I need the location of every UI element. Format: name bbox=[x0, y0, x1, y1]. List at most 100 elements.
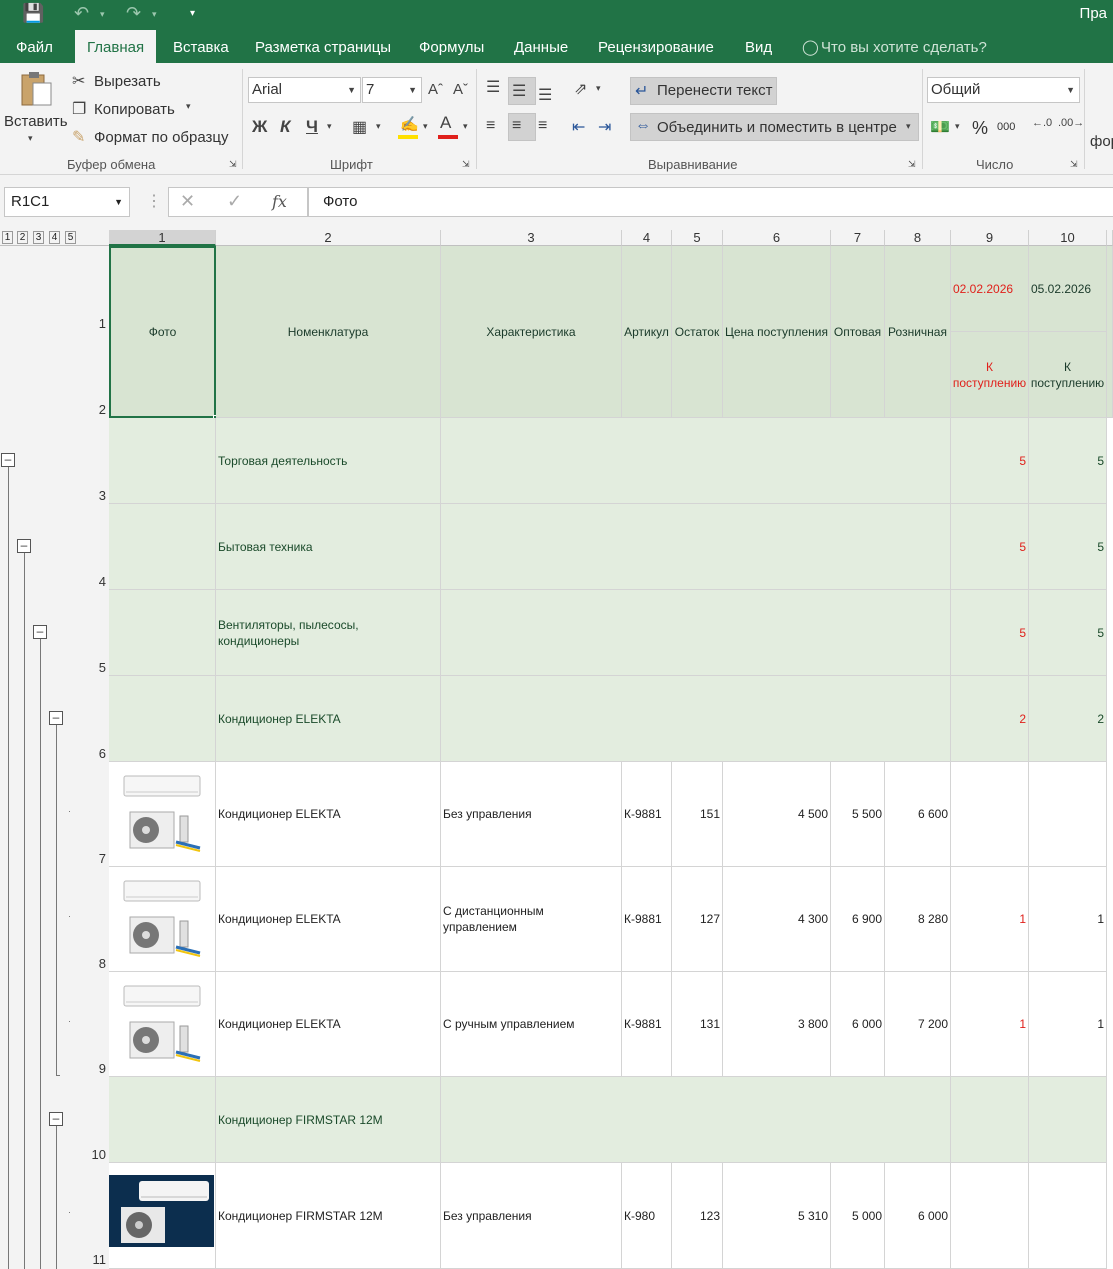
format-painter-icon[interactable]: ✎ bbox=[72, 127, 85, 147]
product-name[interactable]: Кондиционер FIRMSTAR 12M bbox=[216, 1163, 441, 1269]
column-header[interactable]: 10 bbox=[1029, 230, 1107, 246]
header-retail[interactable]: Розничная bbox=[885, 246, 951, 418]
incoming-value-2[interactable]: 5 bbox=[1029, 590, 1107, 676]
group-cell-photo[interactable] bbox=[109, 1077, 216, 1163]
merge-center-button[interactable]: Объединить и поместить в центре bbox=[657, 119, 897, 136]
customize-qat-icon[interactable]: ▾ bbox=[190, 8, 195, 19]
column-header[interactable] bbox=[1107, 230, 1113, 246]
product-wholesale[interactable]: 6 900 bbox=[831, 867, 885, 972]
group-cell-empty[interactable] bbox=[441, 418, 951, 504]
product-characteristic[interactable]: С ручным управлением bbox=[441, 972, 622, 1077]
incoming-value-2[interactable]: 5 bbox=[1029, 504, 1107, 590]
column-header[interactable]: 9 bbox=[951, 230, 1029, 246]
font-size-select[interactable]: 7 ▼ bbox=[362, 77, 422, 103]
column-header[interactable]: 6 bbox=[723, 230, 831, 246]
tab-insert[interactable]: Вставка bbox=[173, 30, 229, 63]
incoming-value-2[interactable]: 1 bbox=[1029, 867, 1107, 972]
format-painter-button[interactable]: Формат по образцу bbox=[94, 129, 229, 146]
undo-dropdown-icon[interactable]: ▾ bbox=[100, 9, 105, 20]
underline-dropdown-icon[interactable]: ▾ bbox=[327, 121, 332, 132]
product-stock[interactable]: 151 bbox=[672, 762, 723, 867]
incoming-value-2[interactable]: 2 bbox=[1029, 676, 1107, 762]
outline-level-2[interactable]: 2 bbox=[17, 231, 28, 244]
incoming-value-2[interactable]: 1 bbox=[1029, 972, 1107, 1077]
increase-decimal-icon[interactable]: ←.0 bbox=[1032, 117, 1052, 129]
paste-icon[interactable] bbox=[18, 69, 54, 109]
tell-me-input[interactable]: Что вы хотите сделать? bbox=[821, 30, 987, 63]
row-number[interactable]: 8 bbox=[83, 956, 109, 971]
product-characteristic[interactable]: Без управления bbox=[441, 762, 622, 867]
header-incoming-1[interactable]: К поступлению bbox=[951, 332, 1029, 418]
header-purchase-price[interactable]: Цена поступления bbox=[723, 246, 831, 418]
save-icon[interactable]: 💾 bbox=[22, 3, 44, 24]
group-cell-photo[interactable] bbox=[109, 418, 216, 504]
group-cell-photo[interactable] bbox=[109, 590, 216, 676]
borders-dropdown-icon[interactable]: ▾ bbox=[376, 121, 381, 132]
row-number[interactable]: 4 bbox=[83, 574, 109, 589]
collapse-button[interactable]: – bbox=[17, 539, 31, 553]
cut-icon[interactable]: ✂ bbox=[72, 71, 85, 91]
copy-button[interactable]: Копировать bbox=[94, 101, 175, 118]
tab-formulas[interactable]: Формулы bbox=[419, 30, 484, 63]
increase-font-icon[interactable]: Aˆ bbox=[428, 81, 443, 98]
incoming-value-1[interactable] bbox=[951, 1163, 1029, 1269]
group-cell-photo[interactable] bbox=[109, 504, 216, 590]
product-characteristic[interactable]: С дистанционным управлением bbox=[441, 867, 622, 972]
paste-dropdown-icon[interactable]: ▾ bbox=[28, 133, 33, 144]
product-stock[interactable]: 131 bbox=[672, 972, 723, 1077]
incoming-value-2[interactable] bbox=[1029, 1077, 1107, 1163]
product-retail[interactable]: 6 000 bbox=[885, 1163, 951, 1269]
orientation-dropdown-icon[interactable]: ▾ bbox=[596, 83, 601, 94]
row-number[interactable]: 5 bbox=[83, 660, 109, 675]
product-photo-cell[interactable] bbox=[109, 867, 216, 972]
product-wholesale[interactable]: 5 500 bbox=[831, 762, 885, 867]
styles-partial-label[interactable]: фор bbox=[1090, 133, 1113, 150]
incoming-value-1[interactable]: 2 bbox=[951, 676, 1029, 762]
row-number[interactable]: 6 bbox=[83, 746, 109, 761]
copy-icon[interactable]: ❐ bbox=[72, 99, 86, 119]
incoming-value-1[interactable]: 5 bbox=[951, 590, 1029, 676]
fill-color-icon[interactable]: ✍ bbox=[400, 115, 419, 133]
decrease-indent-icon[interactable]: ⇤ bbox=[572, 117, 585, 137]
header-article[interactable]: Артикул bbox=[622, 246, 672, 418]
column-header[interactable]: 7 bbox=[831, 230, 885, 246]
font-name-select[interactable]: Arial ▼ bbox=[248, 77, 361, 103]
align-center-icon[interactable]: ≡ bbox=[512, 117, 521, 135]
enter-icon[interactable]: ✓ bbox=[227, 191, 242, 212]
align-bottom-icon[interactable]: ☰ bbox=[538, 85, 552, 105]
collapse-button[interactable]: – bbox=[1, 453, 15, 467]
product-retail[interactable]: 8 280 bbox=[885, 867, 951, 972]
tab-data[interactable]: Данные bbox=[514, 30, 568, 63]
fill-color-dropdown-icon[interactable]: ▾ bbox=[423, 121, 428, 132]
wrap-text-button[interactable]: Перенести текст bbox=[657, 82, 773, 99]
group-name[interactable]: Торговая деятельность bbox=[216, 418, 441, 504]
row-number[interactable]: 1 bbox=[83, 316, 109, 331]
header-incoming-2[interactable]: К поступлению bbox=[1029, 332, 1107, 418]
tab-file[interactable]: Файл bbox=[16, 30, 53, 63]
number-launcher-icon[interactable]: ⇲ bbox=[1070, 159, 1078, 170]
percent-button[interactable]: % bbox=[972, 118, 988, 139]
bold-button[interactable]: Ж bbox=[252, 117, 267, 137]
group-cell-empty[interactable] bbox=[441, 676, 951, 762]
tab-home[interactable]: Главная bbox=[75, 30, 157, 63]
align-right-icon[interactable]: ≡ bbox=[538, 117, 547, 135]
currency-dropdown-icon[interactable]: ▾ bbox=[955, 121, 960, 132]
product-stock[interactable]: 127 bbox=[672, 867, 723, 972]
redo-icon[interactable]: ↷ bbox=[126, 3, 141, 24]
product-wholesale[interactable]: 6 000 bbox=[831, 972, 885, 1077]
collapse-button[interactable]: – bbox=[49, 1112, 63, 1126]
align-left-icon[interactable]: ≡ bbox=[486, 117, 495, 135]
name-box[interactable]: R1C1 ▼ bbox=[4, 187, 130, 217]
incoming-value-2[interactable] bbox=[1029, 1163, 1107, 1269]
header-nomenclature[interactable]: Номенклатура bbox=[216, 246, 441, 418]
row-number[interactable]: 10 bbox=[83, 1147, 109, 1162]
clipboard-launcher-icon[interactable]: ⇲ bbox=[229, 159, 237, 170]
product-purchase-price[interactable]: 4 300 bbox=[723, 867, 831, 972]
outline-level-5[interactable]: 5 bbox=[65, 231, 76, 244]
font-color-dropdown-icon[interactable]: ▾ bbox=[463, 121, 468, 132]
header-photo[interactable]: Фото bbox=[109, 246, 216, 418]
increase-indent-icon[interactable]: ⇥ bbox=[598, 117, 611, 137]
header-characteristic[interactable]: Характеристика bbox=[441, 246, 622, 418]
orientation-icon[interactable]: ⇗ bbox=[574, 79, 587, 99]
font-color-icon[interactable]: A bbox=[440, 113, 451, 133]
